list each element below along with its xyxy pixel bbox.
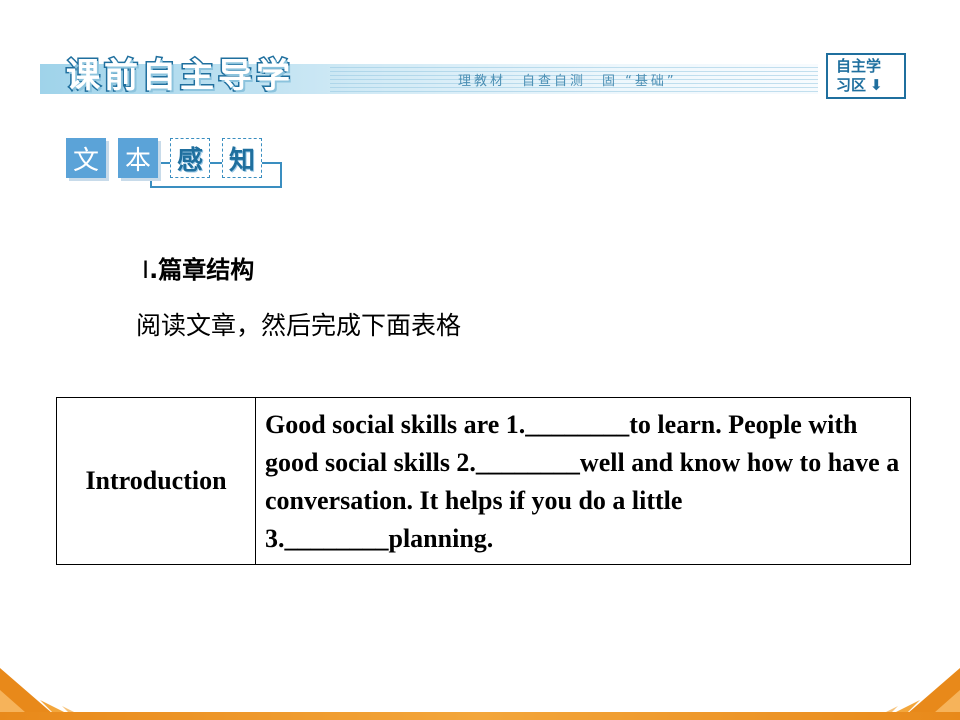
banner-subtitle: 理教材 自查自测 固 “基础”	[458, 74, 677, 89]
section-title: .篇章结构	[149, 256, 255, 284]
page-title: 课前自主导学	[65, 55, 294, 98]
arrow-down-icon: ⬇	[870, 76, 883, 94]
footer-bar	[0, 712, 960, 720]
badge-chip-1: 文	[66, 138, 106, 178]
table-row: Introduction Good social skills are 1.__…	[56, 397, 911, 565]
table-cell-content: Good social skills are 1.________to lear…	[255, 397, 911, 565]
footer-right-decoration	[870, 668, 960, 720]
footer-left-decoration	[0, 668, 90, 720]
badge-chip-3: 感	[170, 138, 210, 178]
section-heading: Ⅰ.篇章结构	[142, 250, 254, 285]
zone-label-line1: 自主学	[836, 57, 882, 75]
badge-chip-2: 本	[118, 138, 158, 178]
self-study-zone-button[interactable]: 自主学 习区 ⬇	[826, 53, 906, 99]
structure-table: Introduction Good social skills are 1.__…	[56, 397, 911, 565]
instruction-text: 阅读文章，然后完成下面表格	[136, 311, 462, 340]
zone-label-line2: 习区	[836, 76, 867, 94]
badge-chip-4: 知	[222, 138, 262, 178]
table-cell-label: Introduction	[56, 397, 256, 565]
